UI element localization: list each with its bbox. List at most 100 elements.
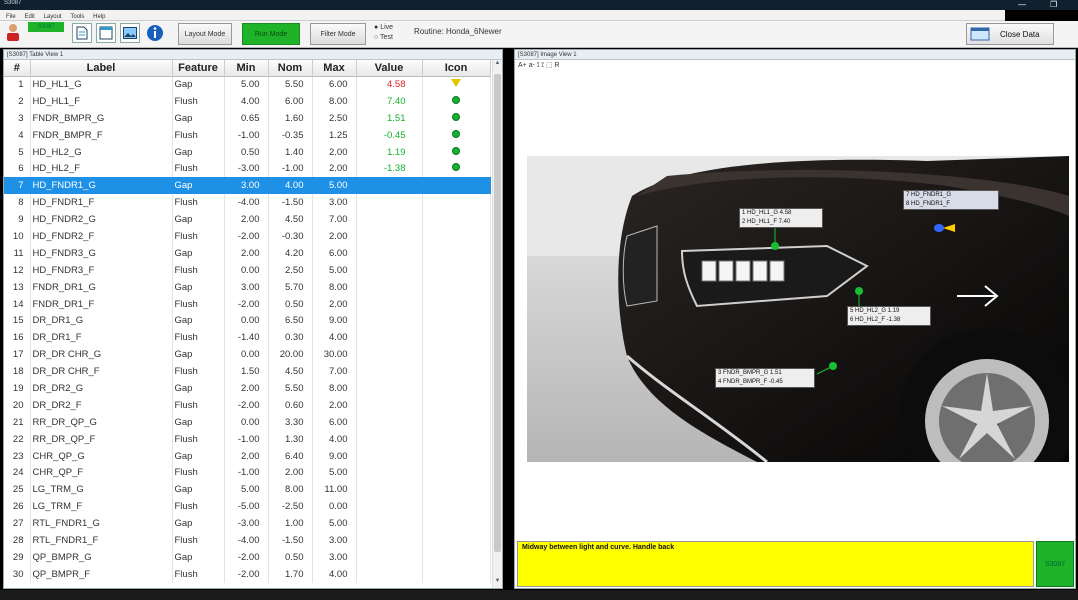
row-status	[422, 329, 491, 347]
col-header-label[interactable]: Label	[30, 60, 173, 77]
table-row[interactable]: 5 HD_HL2_G Gap 0.50 1.40 2.00 1.19	[4, 143, 491, 161]
table-row[interactable]: 1 HD_HL1_G Gap 5.00 5.50 6.00 4.58	[4, 76, 491, 93]
row-feature: Gap	[172, 515, 225, 533]
row-value	[356, 565, 423, 583]
restore-icon[interactable]: ❐	[1050, 0, 1057, 10]
table-row[interactable]: 15 DR_DR1_G Gap 0.00 6.50 9.00	[4, 312, 491, 330]
row-label: HD_HL1_G	[30, 76, 173, 93]
image-icon[interactable]	[120, 23, 140, 43]
row-value	[356, 363, 423, 381]
table-row[interactable]: 30 QP_BMPR_F Flush -2.00 1.70 4.00	[4, 565, 491, 583]
row-min: 2.00	[224, 211, 269, 229]
table-row[interactable]: 16 DR_DR1_F Flush -1.40 0.30 4.00	[4, 329, 491, 347]
table-view-panel: [S3087] Table View 1 # Label Feature Min…	[3, 49, 503, 589]
table-row[interactable]: 7 HD_FNDR1_G Gap 3.00 4.00 5.00	[4, 177, 491, 195]
col-header-min[interactable]: Min	[224, 60, 269, 77]
row-max: 5.00	[312, 177, 357, 195]
document-icon[interactable]	[72, 23, 92, 43]
row-index: 19	[4, 380, 31, 397]
table-row[interactable]: 25 LG_TRM_G Gap 5.00 8.00 11.00	[4, 481, 491, 499]
col-header-value[interactable]: Value	[356, 60, 423, 77]
user-icon[interactable]	[3, 23, 23, 43]
row-min: 1.50	[224, 363, 269, 381]
row-status	[422, 498, 491, 516]
scroll-thumb[interactable]	[494, 74, 501, 552]
table-row[interactable]: 23 CHR_QP_G Gap 2.00 6.40 9.00	[4, 447, 491, 465]
table-row[interactable]: 14 FNDR_DR1_F Flush -2.00 0.50 2.00	[4, 295, 491, 313]
radio-live[interactable]: ● Live	[374, 23, 393, 33]
run-mode-button[interactable]: Run Mode	[242, 23, 300, 45]
table-row[interactable]: 26 LG_TRM_F Flush -5.00 -2.50 0.00	[4, 498, 491, 516]
table-row[interactable]: 17 DR_DR CHR_G Gap 0.00 20.00 30.00	[4, 346, 491, 364]
table-row[interactable]: 19 DR_DR2_G Gap 2.00 5.50 8.00	[4, 380, 491, 397]
table-row[interactable]: 24 CHR_QP_F Flush -1.00 2.00 5.00	[4, 464, 491, 482]
row-max: 2.00	[312, 160, 357, 178]
table-scrollbar[interactable]: ▲ ▼	[492, 60, 502, 588]
callout-hl2[interactable]: 5 HD_HL2_G 1.19 6 HD_HL2_F -1.38	[847, 306, 931, 326]
row-label: LG_TRM_G	[30, 481, 173, 499]
row-feature: Gap	[172, 346, 225, 364]
table-row[interactable]: 10 HD_FNDR2_F Flush -2.00 -0.30 2.00	[4, 228, 491, 245]
info-icon[interactable]	[145, 23, 165, 43]
row-nom: -0.35	[268, 126, 313, 144]
row-status	[422, 346, 491, 364]
row-index: 12	[4, 261, 31, 279]
table-row[interactable]: 18 DR_DR CHR_F Flush 1.50 4.50 7.00	[4, 363, 491, 381]
layout-mode-button[interactable]: Layout Mode	[178, 23, 232, 45]
row-max: 4.00	[312, 565, 357, 583]
row-nom: 5.70	[268, 278, 313, 296]
table-row[interactable]: 21 RR_DR_QP_G Gap 0.00 3.30 6.00	[4, 413, 491, 431]
table-row[interactable]: 20 DR_DR2_F Flush -2.00 0.60 2.00	[4, 396, 491, 414]
minimize-icon[interactable]: —	[1018, 0, 1026, 10]
row-nom: 0.50	[268, 295, 313, 313]
scroll-down-icon[interactable]: ▼	[493, 578, 502, 588]
row-index: 13	[4, 278, 31, 296]
row-label: HD_FNDR3_G	[30, 244, 173, 262]
row-max: 2.00	[312, 143, 357, 161]
row-min: -1.00	[224, 430, 269, 448]
warning-triangle-icon	[451, 79, 461, 88]
row-max: 5.00	[312, 261, 357, 279]
row-value	[356, 430, 423, 448]
row-label: HD_FNDR1_F	[30, 194, 173, 212]
image-tools[interactable]: A+ a- ⟟ ⟟ ⬚ R	[515, 60, 1075, 72]
col-header-icon[interactable]: Icon	[422, 60, 491, 77]
filter-mode-button[interactable]: Filter Mode	[310, 23, 366, 45]
table-row[interactable]: 29 QP_BMPR_G Gap -2.00 0.50 3.00	[4, 548, 491, 566]
table-row[interactable]: 3 FNDR_BMPR_G Gap 0.65 1.60 2.50 1.51	[4, 109, 491, 127]
callout-fndr-bmpr[interactable]: 3 FNDR_BMPR_G 1.51 4 FNDR_BMPR_F -0.45	[715, 368, 815, 388]
row-value	[356, 211, 423, 229]
row-nom: 20.00	[268, 346, 313, 364]
row-feature: Flush	[172, 160, 225, 178]
table-row[interactable]: 4 FNDR_BMPR_F Flush -1.00 -0.35 1.25 -0.45	[4, 126, 491, 144]
row-min: 0.00	[224, 413, 269, 431]
table-row[interactable]: 22 RR_DR_QP_F Flush -1.00 1.30 4.00	[4, 430, 491, 448]
radio-test[interactable]: ○ Test	[374, 33, 393, 43]
row-max: 2.00	[312, 228, 357, 245]
table-row[interactable]: 12 HD_FNDR3_F Flush 0.00 2.50 5.00	[4, 261, 491, 279]
callout-hd-fndr1[interactable]: 7 HD_FNDR1_G 8 HD_FNDR1_F	[903, 190, 999, 210]
row-min: -2.00	[224, 396, 269, 414]
table-row[interactable]: 2 HD_HL1_F Flush 4.00 6.00 8.00 7.40	[4, 92, 491, 110]
table-row[interactable]: 11 HD_FNDR3_G Gap 2.00 4.20 6.00	[4, 244, 491, 262]
close-data-button[interactable]: Close Data	[966, 23, 1054, 45]
row-index: 16	[4, 329, 31, 347]
col-header-index[interactable]: #	[4, 60, 31, 77]
report-icon[interactable]	[96, 23, 116, 43]
col-header-feature[interactable]: Feature	[172, 60, 225, 77]
callout-hl1[interactable]: 1 HD_HL1_G 4.58 2 HD_HL1_F 7.40	[739, 208, 823, 228]
vehicle-photo[interactable]: 1 HD_HL1_G 4.58 2 HD_HL1_F 7.40 5 HD_HL2…	[527, 156, 1069, 462]
table-row[interactable]: 28 RTL_FNDR1_F Flush -4.00 -1.50 3.00	[4, 532, 491, 549]
scroll-up-icon[interactable]: ▲	[493, 60, 502, 70]
table-row[interactable]: 8 HD_FNDR1_F Flush -4.00 -1.50 3.00	[4, 194, 491, 212]
row-index: 20	[4, 396, 31, 414]
table-row[interactable]: 9 HD_FNDR2_G Gap 2.00 4.50 7.00	[4, 211, 491, 229]
table-row[interactable]: 27 RTL_FNDR1_G Gap -3.00 1.00 5.00	[4, 515, 491, 533]
col-header-max[interactable]: Max	[312, 60, 357, 77]
col-header-nom[interactable]: Nom	[268, 60, 313, 77]
row-max: 6.00	[312, 244, 357, 262]
row-max: 11.00	[312, 481, 357, 499]
row-feature: Flush	[172, 396, 225, 414]
table-row[interactable]: 6 HD_HL2_F Flush -3.00 -1.00 2.00 -1.38	[4, 160, 491, 178]
table-row[interactable]: 13 FNDR_DR1_G Gap 3.00 5.70 8.00	[4, 278, 491, 296]
